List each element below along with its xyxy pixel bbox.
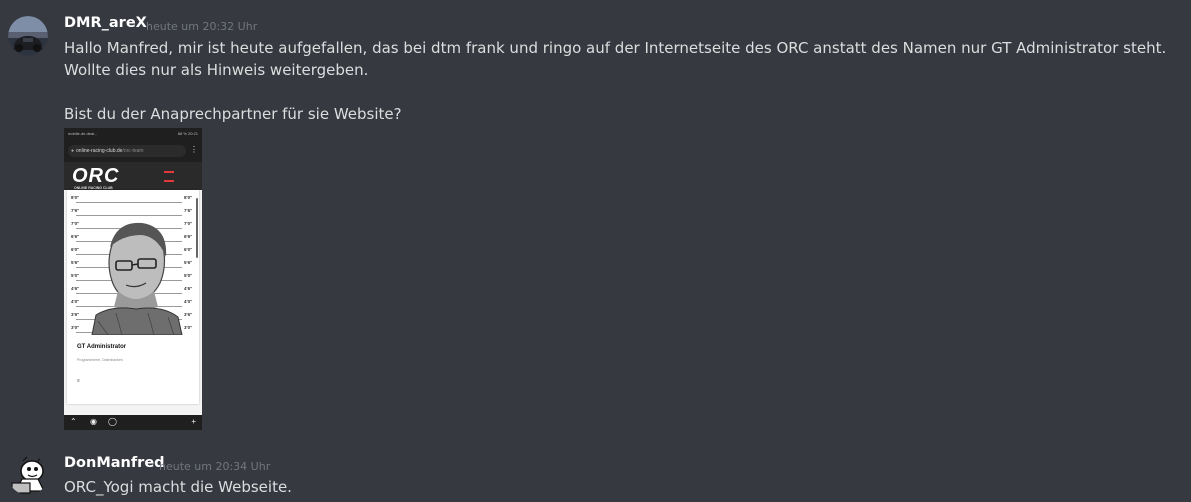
height-label: 7'0" xyxy=(71,221,80,226)
image-attachment[interactable]: mobile.de.deal... 88 % 20:21 ● online-rac… xyxy=(64,128,202,430)
height-line xyxy=(76,215,182,216)
message-text: ORC_Yogi macht die Webseite. xyxy=(64,478,292,496)
height-label: 6'0" xyxy=(184,247,193,252)
url-domain: online-racing-club.de xyxy=(76,148,123,154)
timestamp: heute um 20:32 Uhr xyxy=(146,20,258,33)
height-label: 7'6" xyxy=(184,208,193,213)
lock-icon: ● xyxy=(71,148,75,154)
profile-caption: GT Administrator xyxy=(77,344,127,350)
height-label: 3'6" xyxy=(184,312,193,317)
height-label: 7'6" xyxy=(71,208,80,213)
height-label: 5'0" xyxy=(184,273,193,278)
timestamp: heute um 20:34 Uhr xyxy=(159,460,271,473)
height-label: 4'0" xyxy=(71,299,80,304)
carousel-dots xyxy=(92,409,174,422)
height-label: 8'0" xyxy=(184,195,193,200)
url-path: /orc-team xyxy=(122,148,144,154)
browser-url-bar: ● online-racing-club.de/orc-team ⋮ xyxy=(64,140,202,162)
more-icon: ⋮ xyxy=(190,145,198,154)
height-label: 3'6" xyxy=(71,312,80,317)
phone-nav-bar: ⌃ ◉ ◯ + xyxy=(64,415,202,430)
height-label: 5'6" xyxy=(184,260,193,265)
height-line xyxy=(76,202,182,203)
avatar-donmanfred[interactable] xyxy=(8,455,48,495)
height-label: 4'0" xyxy=(184,299,193,304)
username[interactable]: DonManfred xyxy=(64,455,165,471)
url-field: ● online-racing-club.de/orc-team xyxy=(68,145,186,157)
add-icon: + xyxy=(191,417,196,426)
scrollbar xyxy=(196,198,198,258)
height-label: 6'0" xyxy=(71,247,80,252)
back-icon: ⌃ xyxy=(70,417,77,426)
height-label: 3'0" xyxy=(184,325,193,330)
message-text: Hallo Manfred, mir ist heute aufgefallen… xyxy=(64,39,1167,123)
height-label: 4'6" xyxy=(184,286,193,291)
home-icon: ◯ xyxy=(108,417,117,426)
tabs-icon: ≡ xyxy=(77,378,80,384)
height-label: 5'0" xyxy=(71,273,80,278)
portrait-photo xyxy=(88,217,184,335)
height-label: 6'6" xyxy=(184,234,193,239)
home-icon: ◉ xyxy=(90,417,97,426)
status-left: mobile.de.deal... xyxy=(68,131,98,136)
height-label: 3'0" xyxy=(71,325,80,330)
site-header: ORC ONLINE RACING CLUB xyxy=(64,162,202,190)
orc-logo: ORC xyxy=(72,165,120,187)
status-right: 88 % 20:21 xyxy=(177,131,198,136)
phone-status-bar: mobile.de.deal... 88 % 20:21 xyxy=(64,128,202,140)
height-label: 6'6" xyxy=(71,234,80,239)
profile-role: Programmierer, Datenbanken xyxy=(77,358,123,362)
height-label: 8'0" xyxy=(71,195,80,200)
avatar-dmr-arex[interactable] xyxy=(8,16,48,56)
height-label: 7'0" xyxy=(184,221,193,226)
height-label: 5'6" xyxy=(71,260,80,265)
username[interactable]: DMR_areX xyxy=(64,15,147,31)
height-label: 4'6" xyxy=(71,286,80,291)
hamburger-menu-icon xyxy=(164,171,174,182)
